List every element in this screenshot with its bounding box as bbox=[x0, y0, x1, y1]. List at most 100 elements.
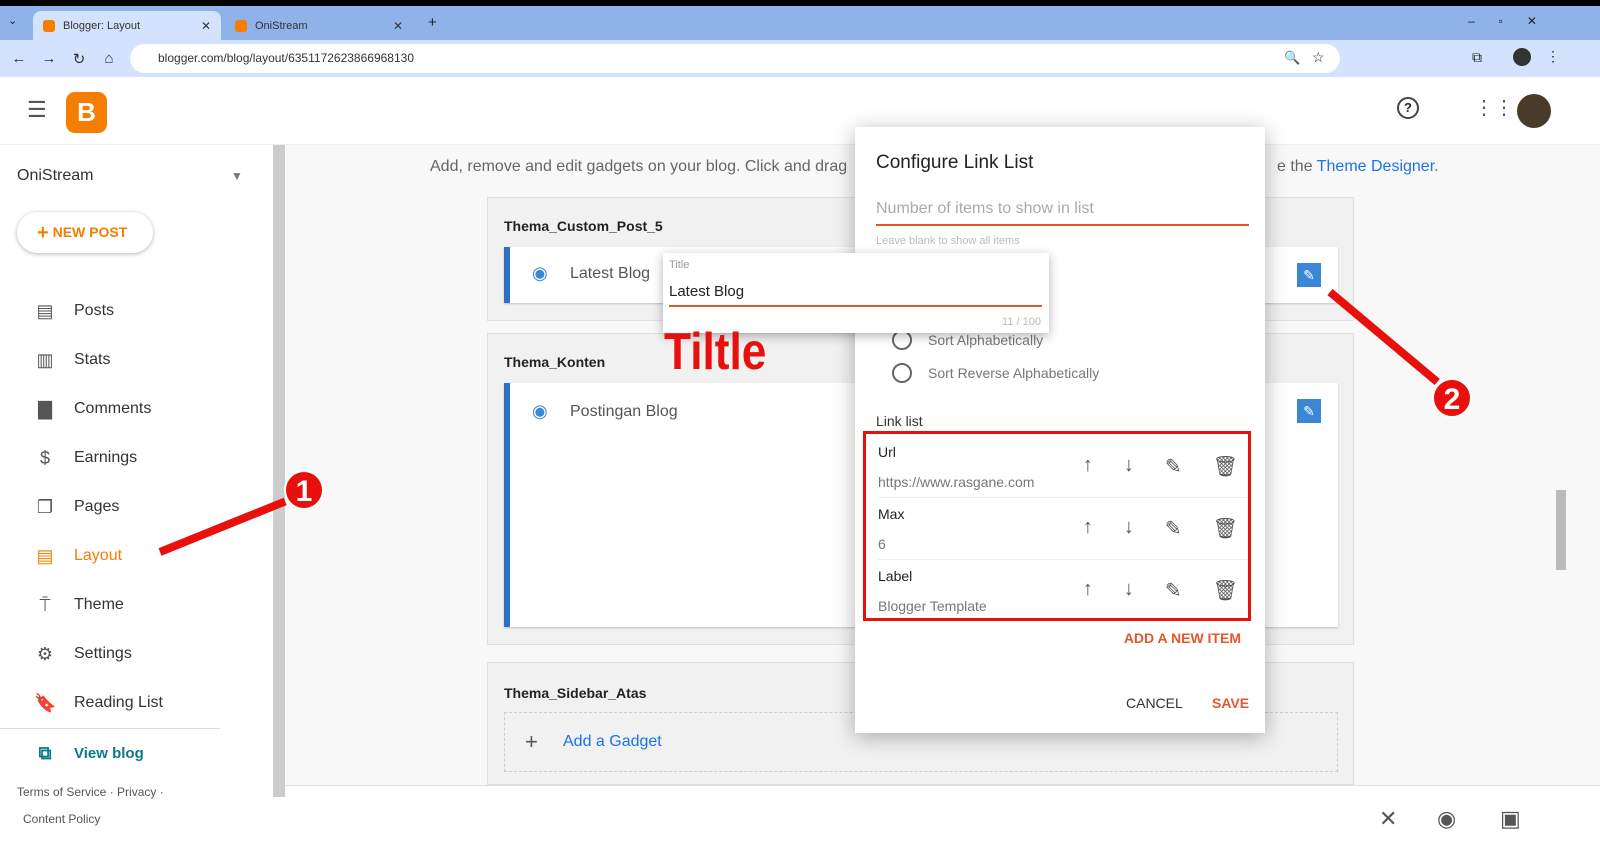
title-input[interactable]: Latest Blog bbox=[669, 283, 1042, 307]
save-button[interactable]: SAVE bbox=[1212, 695, 1249, 711]
radio-icon bbox=[892, 330, 912, 350]
view-blog-label: View blog bbox=[74, 744, 144, 762]
sidebar-item-label: Settings bbox=[74, 645, 132, 662]
sidebar-item-settings[interactable]: ⚙ Settings bbox=[0, 634, 275, 674]
content-policy-link[interactable]: Content Policy bbox=[23, 812, 100, 826]
sidebar-item-stats[interactable]: ▥ Stats bbox=[0, 340, 275, 380]
arrow-down-icon[interactable]: ↓ bbox=[1124, 578, 1134, 603]
annotation-badge-2: 2 bbox=[1432, 378, 1472, 418]
main-scrollbar[interactable] bbox=[1556, 490, 1566, 570]
blog-selector[interactable]: OniStream bbox=[17, 167, 93, 185]
divider bbox=[0, 728, 220, 729]
plus-icon: + bbox=[525, 729, 538, 754]
link-list-highlight: Url https://www.rasgane.com ↑ ↓ ✎ 🗑 Max 6 ↑… bbox=[863, 431, 1251, 621]
sidebar-item-label: Pages bbox=[74, 498, 120, 515]
address-bar-row: ← → ↻ ⌂ blogger.com/blog/layout/63511726… bbox=[0, 40, 1600, 77]
tab-onistream[interactable]: OniStream ✕ bbox=[225, 11, 413, 40]
edit-pencil-icon[interactable]: ✎ bbox=[1165, 454, 1182, 479]
new-post-button[interactable]: + NEW POST bbox=[17, 212, 153, 253]
privacy-link[interactable]: Privacy bbox=[117, 785, 156, 799]
sidebar-item-label: Posts bbox=[74, 302, 115, 319]
tab-label: Blogger: Layout bbox=[63, 19, 141, 32]
trash-icon[interactable]: 🗑 bbox=[1213, 578, 1238, 603]
menu-icon[interactable]: ⋮ bbox=[1546, 48, 1560, 65]
star-icon[interactable]: ☆ bbox=[1312, 49, 1325, 66]
sidebar-scrollbar[interactable] bbox=[273, 145, 285, 797]
arrow-up-icon[interactable]: ↑ bbox=[1083, 578, 1093, 603]
sort-alpha-radio[interactable]: Sort Alphabetically bbox=[892, 330, 1043, 350]
radio-icon bbox=[892, 363, 912, 383]
save-icon[interactable]: ▣ bbox=[1500, 806, 1521, 832]
tab-blogger-layout[interactable]: Blogger: Layout ✕ bbox=[33, 11, 221, 40]
edit-pencil-icon[interactable]: ✎ bbox=[1297, 263, 1321, 287]
intro-text: Add, remove and edit gadgets on your blo… bbox=[430, 158, 848, 175]
sort-reverse-radio[interactable]: Sort Reverse Alphabetically bbox=[892, 363, 1099, 383]
close-tab-icon[interactable]: ✕ bbox=[201, 19, 211, 33]
sidebar-item-label: Reading List bbox=[74, 694, 163, 711]
paint-roller-icon: ⍑ bbox=[39, 594, 51, 615]
preview-eye-icon[interactable]: ◉ bbox=[1437, 806, 1456, 832]
gadget-name: Latest Blog bbox=[570, 265, 651, 282]
sidebar-item-label: Stats bbox=[74, 351, 111, 368]
url-input[interactable]: blogger.com/blog/layout/6351172623866968… bbox=[130, 44, 1340, 73]
home-icon[interactable]: ⌂ bbox=[94, 50, 124, 67]
sidebar: OniStream ▼ + NEW POST ▤ Posts ▥ Stats ▇ Co… bbox=[0, 145, 275, 867]
placeholder: Number of items to show in list bbox=[876, 200, 1094, 217]
link-list-item: Max 6 ↑ ↓ ✎ 🗑 bbox=[878, 498, 1248, 560]
sidebar-item-layout[interactable]: ▤ Layout bbox=[0, 536, 275, 576]
configure-link-list-dialog: Configure Link List Number of items to s… bbox=[855, 127, 1265, 733]
add-new-item-button[interactable]: ADD A NEW ITEM bbox=[1124, 630, 1241, 646]
arrow-up-icon[interactable]: ↑ bbox=[1083, 516, 1093, 541]
sidebar-item-label: Earnings bbox=[74, 449, 138, 466]
sidebar-item-posts[interactable]: ▤ Posts bbox=[0, 291, 275, 331]
number-items-input[interactable]: Number of items to show in list bbox=[876, 200, 1249, 226]
reload-icon[interactable]: ↻ bbox=[64, 50, 94, 68]
close-icon[interactable]: ✕ bbox=[1379, 806, 1397, 832]
layout-footer-bar: ✕ ◉ ▣ bbox=[285, 785, 1600, 867]
trash-icon[interactable]: 🗑 bbox=[1213, 454, 1238, 479]
edit-pencil-icon[interactable]: ✎ bbox=[1165, 516, 1182, 541]
layout-icon: ▤ bbox=[36, 545, 54, 566]
dropdown-caret-icon[interactable]: ▼ bbox=[231, 169, 243, 183]
extensions-icon[interactable]: ⧉ bbox=[1472, 49, 1482, 66]
eye-icon[interactable]: ◉ bbox=[532, 263, 548, 284]
posts-icon: ▤ bbox=[36, 300, 54, 321]
back-icon[interactable]: ← bbox=[4, 50, 34, 67]
hamburger-icon[interactable]: ☰ bbox=[27, 97, 47, 123]
arrow-down-icon[interactable]: ↓ bbox=[1124, 454, 1134, 479]
apps-grid-icon[interactable]: ⋮⋮ bbox=[1474, 95, 1514, 120]
forward-icon[interactable]: → bbox=[34, 50, 64, 67]
sidebar-item-theme[interactable]: ⍑ Theme bbox=[0, 585, 275, 625]
profile-avatar[interactable] bbox=[1513, 48, 1531, 66]
edit-pencil-icon[interactable]: ✎ bbox=[1297, 399, 1321, 423]
window-controls[interactable]: –▫✕ bbox=[1468, 14, 1561, 28]
cancel-button[interactable]: CANCEL bbox=[1126, 695, 1183, 711]
help-icon[interactable]: ? bbox=[1397, 97, 1419, 119]
terms-link[interactable]: Terms of Service bbox=[17, 785, 106, 799]
sidebar-item-reading-list[interactable]: 🔖 Reading List bbox=[0, 683, 275, 723]
sidebar-item-comments[interactable]: ▇ Comments bbox=[0, 389, 275, 429]
section-title: Thema_Sidebar_Atas bbox=[504, 685, 647, 701]
link-list-item: Label Blogger Template ↑ ↓ ✎ 🗑 bbox=[878, 568, 1238, 614]
arrow-up-icon[interactable]: ↑ bbox=[1083, 454, 1093, 479]
blogger-logo[interactable]: B bbox=[66, 92, 107, 133]
comments-icon: ▇ bbox=[38, 398, 52, 419]
arrow-down-icon[interactable]: ↓ bbox=[1124, 516, 1134, 541]
sidebar-item-earnings[interactable]: $ Earnings bbox=[0, 438, 275, 478]
blog-name: OniStream bbox=[17, 167, 94, 184]
title-popup: Title Latest Blog 11 / 100 bbox=[663, 253, 1049, 333]
eye-icon[interactable]: ◉ bbox=[532, 401, 548, 422]
trash-icon[interactable]: 🗑 bbox=[1213, 516, 1238, 541]
theme-designer-link[interactable]: Theme Designer bbox=[1317, 158, 1434, 175]
sidebar-item-label: Theme bbox=[74, 596, 124, 613]
account-avatar[interactable] bbox=[1517, 94, 1551, 128]
edit-pencil-icon[interactable]: ✎ bbox=[1165, 578, 1182, 603]
new-tab-button[interactable]: + bbox=[428, 14, 437, 31]
dialog-title: Configure Link List bbox=[876, 152, 1034, 173]
tab-list-button[interactable]: ⌄ bbox=[8, 14, 17, 27]
close-tab-icon[interactable]: ✕ bbox=[393, 19, 403, 33]
sidebar-item-label: Comments bbox=[74, 400, 152, 417]
blogger-favicon-icon bbox=[235, 19, 247, 32]
view-blog-link[interactable]: ⧉ View blog bbox=[0, 733, 275, 773]
zoom-icon[interactable]: 🔍 bbox=[1284, 50, 1300, 66]
